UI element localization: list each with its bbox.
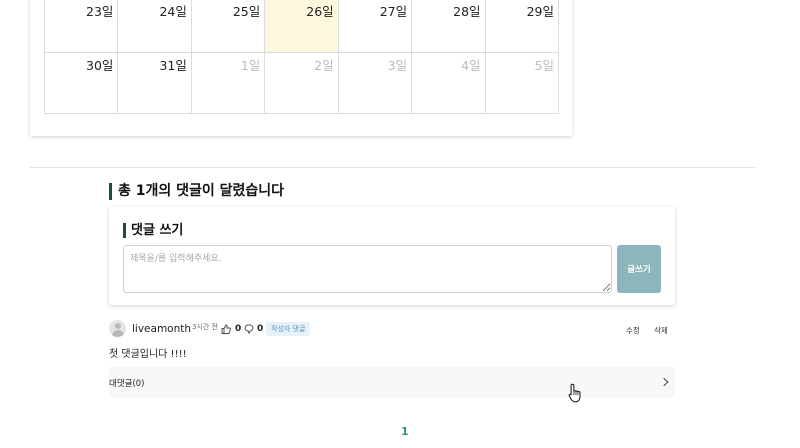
calendar-day[interactable]: 24일 xyxy=(117,0,192,53)
calendar-day[interactable]: 29일 xyxy=(484,0,560,53)
dislike-count: 0 xyxy=(257,324,264,334)
section-divider xyxy=(30,167,755,168)
calendar-day[interactable]: 23일 xyxy=(43,0,119,53)
reply-toggle-bar[interactable]: 대댓글(0) xyxy=(109,367,675,398)
hand-pointer-icon xyxy=(568,383,581,403)
reply-count-label: 대댓글(0) xyxy=(109,379,145,389)
comment-submit-button[interactable]: 글쓰기 xyxy=(617,245,661,293)
pagination-current-page[interactable]: 1 xyxy=(401,425,409,438)
calendar-week-row: 30일 31일 1일 2일 3일 4일 5일 xyxy=(43,51,560,114)
calendar-day[interactable]: 31일 xyxy=(117,51,192,114)
comment-author[interactable]: liveamonth xyxy=(132,323,191,335)
calendar-day-next-month[interactable]: 3일 xyxy=(337,51,413,114)
delete-comment-button[interactable]: 삭제 xyxy=(654,325,668,336)
calendar-grid: 23일 24일 25일 26일 27일 28일 29일 30일 31일 1일 2… xyxy=(43,0,560,114)
comment-timestamp: 3시간 전 xyxy=(192,323,218,331)
chevron-right-icon xyxy=(663,377,669,387)
calendar-day-next-month[interactable]: 4일 xyxy=(411,51,486,114)
comment-write-title: 댓글 쓰기 xyxy=(123,223,183,238)
comment-text: 첫 댓글입니다 !!!! xyxy=(109,349,187,360)
thumbs-up-icon[interactable] xyxy=(221,324,231,334)
calendar-day[interactable]: 25일 xyxy=(190,0,266,53)
calendar-card: 23일 24일 25일 26일 27일 28일 29일 30일 31일 1일 2… xyxy=(30,0,572,136)
calendar-day-next-month[interactable]: 1일 xyxy=(190,51,266,114)
user-avatar-icon xyxy=(109,320,126,337)
thumbs-down-icon[interactable] xyxy=(244,324,254,334)
like-count: 0 xyxy=(235,324,242,334)
calendar-day[interactable]: 27일 xyxy=(337,0,413,53)
comment-header: liveamonth 3시간 전 0 0 작성자 댓글 수정 삭제 xyxy=(109,320,675,338)
calendar-day[interactable]: 28일 xyxy=(411,0,486,53)
calendar-week-row: 23일 24일 25일 26일 27일 28일 29일 xyxy=(43,0,560,53)
comment-write-box: 댓글 쓰기 글쓰기 xyxy=(109,207,675,305)
edit-comment-button[interactable]: 수정 xyxy=(626,325,640,336)
comment-input[interactable] xyxy=(123,245,612,293)
calendar-day-next-month[interactable]: 5일 xyxy=(484,51,560,114)
comments-count-heading: 총 1개의 댓글이 달렸습니다 xyxy=(109,183,284,200)
author-comment-badge: 작성자 댓글 xyxy=(266,322,311,336)
calendar-day-today[interactable]: 26일 xyxy=(264,0,339,53)
calendar-day[interactable]: 30일 xyxy=(43,51,119,114)
calendar-day-next-month[interactable]: 2일 xyxy=(264,51,339,114)
